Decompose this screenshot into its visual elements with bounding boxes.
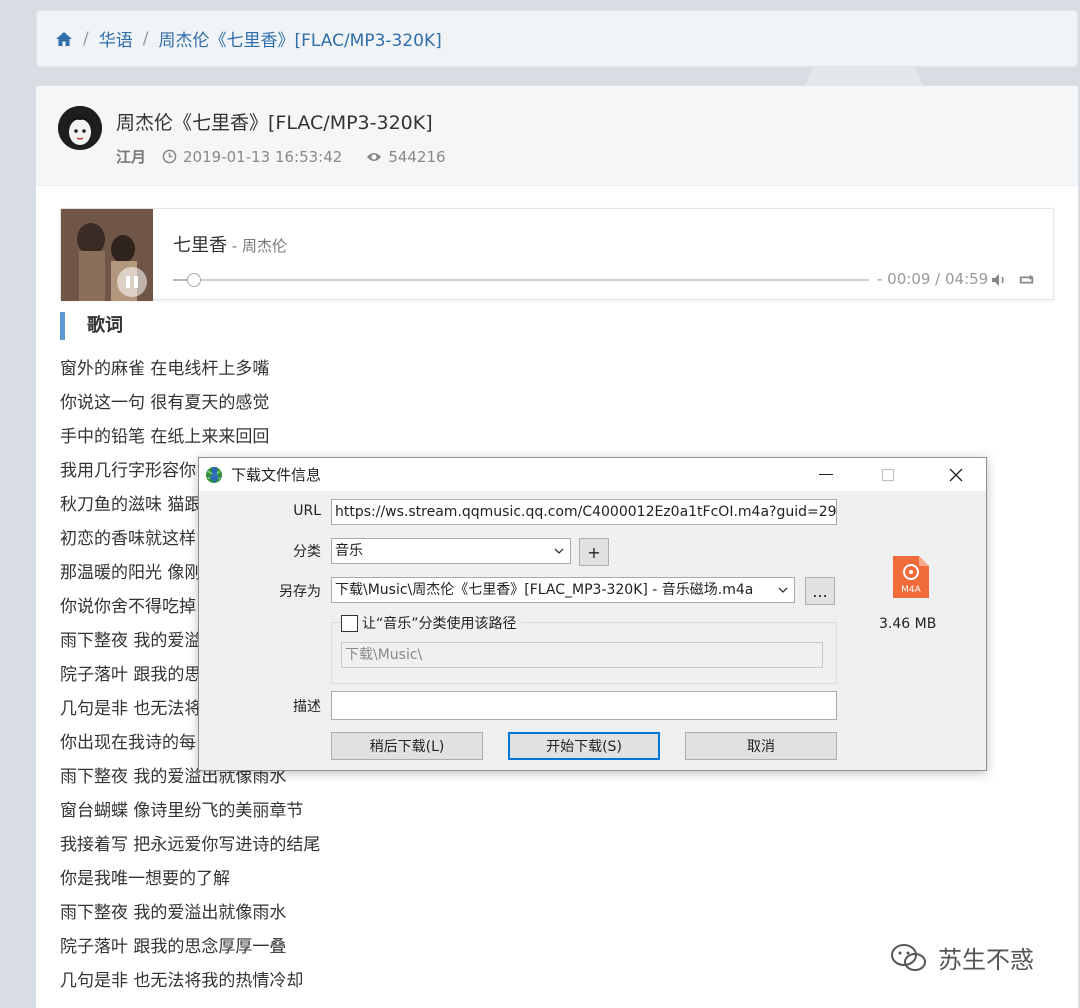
progress-handle[interactable]	[186, 273, 201, 287]
artist-separator: -	[227, 237, 242, 255]
lyric-line: 我接着写 把永远爱你写进诗的结尾	[60, 835, 321, 855]
file-type-label: M4A	[901, 585, 921, 595]
time-readout: - 00:09 / 04:59	[877, 270, 989, 288]
song-name: 七里香	[173, 235, 227, 256]
eye-icon	[367, 152, 382, 161]
category-path-field: 下载\Music\	[341, 642, 823, 668]
chevron-down-icon	[778, 587, 788, 593]
maximize-button	[865, 458, 911, 491]
wechat-icon	[891, 943, 926, 971]
post-datetime: 2019-01-13 16:53:42	[183, 147, 343, 166]
post-header: 周杰伦《七里香》[FLAC/MP3-320K] 江月 2019-01-13 16…	[36, 86, 1078, 186]
dialog-title: 下载文件信息	[231, 466, 322, 484]
breadcrumb-separator: /	[142, 28, 149, 49]
lyric-line: 手中的铅笔 在纸上来来回回	[60, 427, 270, 447]
volume-icon[interactable]	[991, 273, 1007, 287]
lyrics-heading: 歌词	[60, 312, 123, 340]
maximize-icon	[882, 468, 894, 481]
description-field[interactable]	[331, 691, 837, 720]
use-path-option[interactable]: 让“音乐”分类使用该路径	[341, 613, 521, 633]
lyric-line: 雨下整夜 我的爱溢出就像雨水	[60, 903, 287, 923]
cancel-button[interactable]: 取消	[685, 732, 837, 760]
progress-bar[interactable]	[173, 273, 869, 287]
file-size: 3.46 MB	[879, 616, 937, 632]
minimize-icon	[819, 473, 833, 475]
lyric-line: 你是我唯一想要的了解	[60, 869, 230, 889]
dialog-titlebar[interactable]: 下载文件信息	[199, 458, 986, 491]
lyric-line: 院子落叶 跟我的思念厚厚一叠	[60, 937, 287, 957]
song-title: 七里香 - 周杰伦	[173, 231, 287, 257]
description-label: 描述	[293, 699, 321, 715]
url-field[interactable]: https://ws.stream.qqmusic.qq.com/C400001…	[331, 499, 837, 525]
avatar-icon	[58, 106, 102, 150]
minimize-button[interactable]	[803, 458, 849, 491]
lyric-line: 窗台蝴蝶 像诗里纷飞的美丽章节	[60, 801, 304, 821]
use-path-checkbox-label[interactable]: 让“音乐”分类使用该路径	[362, 613, 517, 633]
lyric-line: 几句是非 也无法将我的热情冷却	[60, 971, 304, 991]
pause-button[interactable]	[117, 267, 147, 297]
post-views: 544216	[388, 147, 446, 166]
loop-icon[interactable]	[1019, 273, 1035, 287]
watermark: 苏生不惑	[890, 940, 1034, 975]
clock-icon	[162, 149, 177, 164]
lyric-line: 窗外的麻雀 在电线杆上多嘴	[60, 359, 270, 379]
watermark-text: 苏生不惑	[938, 946, 1034, 974]
download-later-button[interactable]: 稍后下载(L)	[331, 732, 483, 760]
close-button[interactable]	[933, 458, 979, 491]
browse-button[interactable]: ...	[805, 577, 835, 605]
avatar[interactable]	[58, 106, 102, 150]
saveas-value: 下载\Music\周杰伦《七里香》[FLAC_MP3-320K] - 音乐磁场.…	[335, 582, 754, 598]
saveas-label: 另存为	[279, 584, 321, 600]
breadcrumb-item-current[interactable]: 周杰伦《七里香》[FLAC/MP3-320K]	[158, 26, 441, 51]
breadcrumb-separator: /	[83, 28, 89, 49]
start-download-button[interactable]: 开始下载(S)	[508, 732, 660, 760]
album-cover	[61, 209, 153, 301]
add-category-button[interactable]: +	[579, 538, 609, 566]
song-artist: 周杰伦	[241, 237, 287, 255]
post-author[interactable]: 江月	[116, 146, 146, 167]
m4a-file-icon: M4A	[893, 556, 929, 598]
post-meta: 江月 2019-01-13 16:53:42 544216	[116, 146, 446, 167]
category-select[interactable]: 音乐	[331, 538, 571, 564]
lyric-line: 你说这一句 很有夏天的感觉	[60, 393, 270, 413]
saveas-select[interactable]: 下载\Music\周杰伦《七里香》[FLAC_MP3-320K] - 音乐磁场.…	[331, 577, 795, 603]
post-title: 周杰伦《七里香》[FLAC/MP3-320K]	[116, 112, 433, 134]
music-player: 七里香 - 周杰伦 - 00:09 / 04:59	[60, 208, 1054, 301]
breadcrumb: / 华语 / 周杰伦《七里香》[FLAC/MP3-320K]	[36, 10, 1078, 67]
home-icon[interactable]	[55, 31, 73, 47]
url-label: URL	[293, 503, 321, 519]
chevron-down-icon	[554, 548, 564, 554]
use-path-checkbox[interactable]	[341, 614, 358, 632]
breadcrumb-item-category[interactable]: 华语	[99, 26, 133, 51]
close-icon	[949, 468, 963, 481]
category-label: 分类	[293, 544, 321, 560]
idm-globe-icon	[206, 466, 222, 483]
download-dialog: 下载文件信息 URL https://ws.stream.qqmusic.qq.…	[198, 457, 987, 771]
category-value: 音乐	[335, 543, 363, 559]
